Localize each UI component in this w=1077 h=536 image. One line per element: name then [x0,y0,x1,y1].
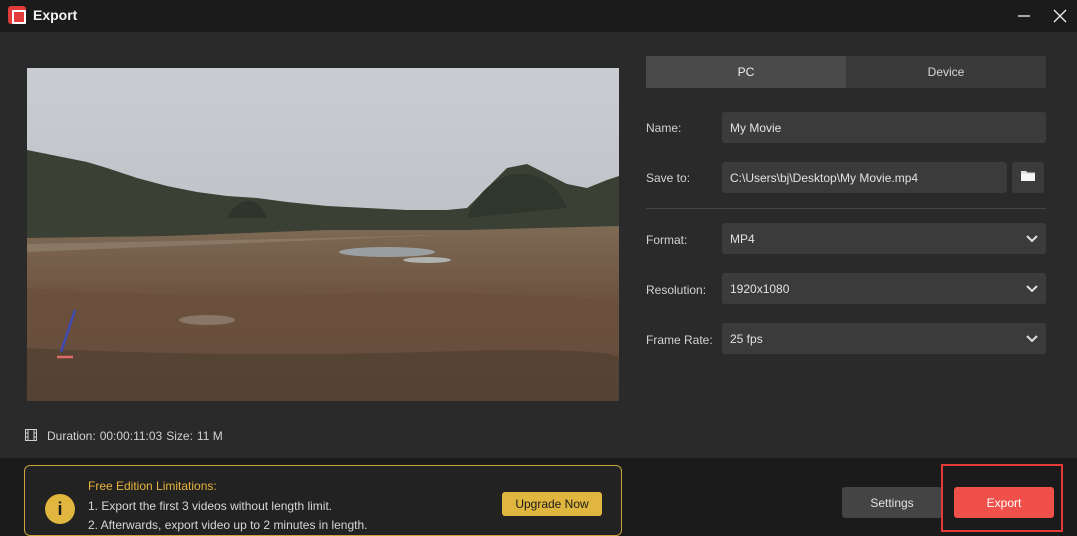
frame-rate-value: 25 fps [730,331,763,346]
name-field-box [722,112,1046,143]
duration-label: Duration: [47,429,96,443]
resolution-select[interactable]: 1920x1080 [722,273,1046,304]
title-bar: Export [0,0,1077,32]
format-value: MP4 [730,231,755,246]
minimize-icon[interactable] [1012,4,1036,28]
notice-line-1: 1. Export the first 3 videos without len… [88,499,333,513]
tab-device[interactable]: Device [846,56,1046,88]
resolution-value: 1920x1080 [730,281,790,296]
duration-value: 00:00:11:03 [99,429,163,443]
save-to-label: Save to: [646,171,691,185]
format-label: Format: [646,233,688,247]
duration-info: Duration: 00:00:11:03 Size: 11 M [25,428,227,444]
chevron-down-icon [1026,232,1038,246]
chevron-down-icon [1026,282,1038,296]
notice-line-2: 2. Afterwards, export video up to 2 minu… [88,518,368,532]
chevron-down-icon [1026,332,1038,346]
export-target-tabs: PC Device [646,56,1046,88]
close-icon[interactable] [1048,4,1072,28]
info-icon: i [45,494,75,524]
folder-icon [1020,169,1036,187]
app-logo-icon [8,6,26,24]
format-select[interactable]: MP4 [722,223,1046,254]
free-edition-notice: i Free Edition Limitations: 1. Export th… [24,465,622,536]
tab-pc[interactable]: PC [646,56,846,88]
frame-rate-label: Frame Rate: [646,333,713,347]
size-label: Size: [166,429,193,443]
frame-rate-select[interactable]: 25 fps [722,323,1046,354]
form-divider [646,208,1046,209]
upgrade-now-button[interactable]: Upgrade Now [502,492,602,516]
video-preview [27,68,619,401]
export-main-panel: Duration: 00:00:11:03 Size: 11 M PC Devi… [0,32,1077,458]
window-title: Export [33,7,78,23]
settings-button[interactable]: Settings [842,487,942,518]
save-to-field-box [722,162,1007,193]
bottom-bar: i Free Edition Limitations: 1. Export th… [0,458,1077,536]
name-input[interactable] [730,120,1046,135]
film-icon [25,428,37,444]
size-value: 11 M [196,429,223,443]
export-button[interactable]: Export [954,487,1054,518]
browse-folder-button[interactable] [1012,162,1044,193]
resolution-label: Resolution: [646,283,707,297]
save-path-input[interactable] [730,170,1007,185]
name-label: Name: [646,121,682,135]
notice-title: Free Edition Limitations: [88,479,217,493]
